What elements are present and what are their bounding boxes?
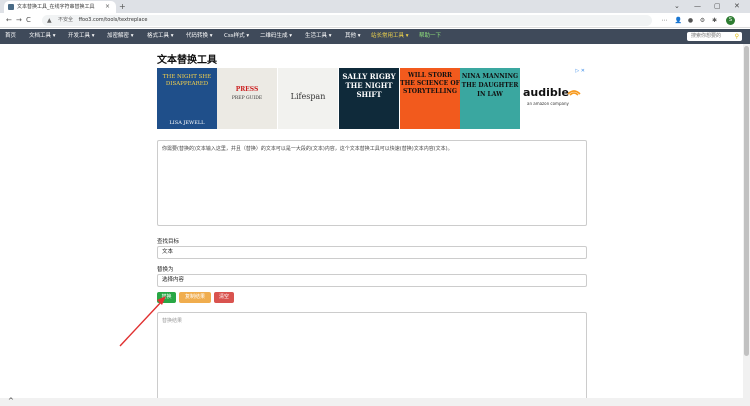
find-input[interactable]: 文本 — [157, 246, 587, 259]
book-title: PRESS — [235, 86, 259, 93]
new-tab-button[interactable]: + — [119, 1, 126, 12]
ad-choices-icon[interactable]: ▷ ✕ — [575, 68, 585, 74]
favicon-icon — [8, 4, 14, 10]
nav-item-webmaster[interactable]: 站长常用工具 ▾ — [371, 29, 409, 44]
scrollbar-thumb[interactable] — [744, 46, 749, 356]
site-search-input[interactable]: 搜索你想要的 ⚲ — [687, 32, 742, 41]
address-bar[interactable]: ▲ 不安全 ffoo3.com/tools/textreplace — [42, 15, 652, 26]
account-icon[interactable]: 👤 — [674, 16, 683, 25]
replace-input[interactable]: 选择内容 — [157, 274, 587, 287]
nav-item-docs[interactable]: 文档工具 ▾ — [29, 29, 56, 44]
nav-item-qrcode[interactable]: 二维码生成 ▾ — [260, 29, 292, 44]
browser-tab[interactable]: 文本替换工具_在线字符串替换工具 × — [4, 1, 116, 13]
ad-book-2[interactable]: PRESS PREP GUIDE — [217, 68, 277, 129]
audible-subtitle: an amazon company — [527, 101, 569, 106]
page-title: 文本替换工具 — [157, 55, 217, 66]
ad-book-6[interactable]: NINA MANNING THE DAUGHTER IN LAW — [460, 68, 520, 129]
clear-button[interactable]: 清空 — [214, 292, 234, 303]
book-author: LISA JEWELL — [169, 120, 205, 126]
tab-search-icon[interactable]: ⌄ — [674, 0, 680, 12]
ad-book-3[interactable]: Lifespan — [278, 68, 338, 129]
nav-item-format[interactable]: 格式工具 ▾ — [147, 29, 174, 44]
share-icon[interactable]: ⋯ — [660, 16, 669, 25]
book-author: PREP GUIDE — [231, 96, 263, 101]
ad-book-4[interactable]: SALLY RIGBY THE NIGHT SHIFT — [339, 68, 399, 129]
audible-logo[interactable]: audible — [523, 86, 569, 99]
minimize-button[interactable]: — — [694, 0, 701, 12]
warning-icon[interactable]: ▲ — [47, 15, 52, 26]
book-title: NINA MANNING THE DAUGHTER IN LAW — [461, 73, 519, 98]
book-title: WILL STORR THE SCIENCE OF STORYTELLING — [400, 72, 460, 95]
nav-item-dev[interactable]: 开发工具 ▾ — [68, 29, 95, 44]
search-icon[interactable]: ⚲ — [735, 32, 739, 41]
download-bar: ^ — [0, 397, 743, 406]
insecure-label: 不安全 — [58, 17, 74, 23]
nav-item-home[interactable]: 首页 — [5, 29, 16, 44]
book-title: THE NIGHT SHE DISAPPEARED — [162, 74, 212, 87]
settings-icon[interactable]: ⚙ — [698, 16, 707, 25]
browser-tabstrip: 文本替换工具_在线字符串替换工具 × + ⌄ — ▢ ✕ — [0, 0, 750, 13]
nav-item-help[interactable]: 帮助一下 — [419, 29, 441, 44]
profile-avatar[interactable]: S — [726, 16, 735, 25]
replace-button[interactable]: 替换 — [157, 292, 176, 303]
book-title: Lifespan — [290, 92, 326, 101]
puzzle-icon[interactable]: ✱ — [710, 16, 719, 25]
ad-banner[interactable]: THE NIGHT SHE DISAPPEARED LISA JEWELL PR… — [157, 68, 587, 131]
source-textarea[interactable]: 你需要(替换的)文本输入这里，并且（替换）的文本可以是一大段的(文本)内容，这个… — [157, 140, 587, 226]
forward-button[interactable]: → — [16, 15, 22, 26]
nav-item-crypto[interactable]: 加密解密 ▾ — [107, 29, 134, 44]
url-text[interactable]: ffoo3.com/tools/textreplace — [79, 17, 148, 23]
maximize-button[interactable]: ▢ — [714, 0, 721, 12]
reload-button[interactable]: C — [26, 15, 31, 26]
replace-label: 替换为 — [157, 267, 174, 273]
result-textarea[interactable]: 替换结果 — [157, 312, 587, 400]
ad-book-5[interactable]: WILL STORR THE SCIENCE OF STORYTELLING — [400, 68, 460, 129]
nav-item-life[interactable]: 生活工具 ▾ — [305, 29, 332, 44]
tab-close-icon[interactable]: × — [105, 1, 110, 13]
find-label: 查找目标 — [157, 239, 180, 245]
nav-item-css[interactable]: Css样式 ▾ — [224, 29, 249, 44]
copy-result-button[interactable]: 复制结果 — [179, 292, 211, 303]
browser-toolbar: ← → C ▲ 不安全 ffoo3.com/tools/textreplace … — [0, 13, 750, 28]
chevron-up-icon[interactable]: ^ — [8, 397, 14, 405]
audible-wave-icon — [567, 90, 581, 96]
tab-title: 文本替换工具_在线字符串替换工具 — [17, 4, 95, 10]
search-placeholder: 搜索你想要的 — [691, 33, 722, 39]
nav-item-convert[interactable]: 代码转换 ▾ — [186, 29, 213, 44]
ad-book-1[interactable]: THE NIGHT SHE DISAPPEARED LISA JEWELL — [157, 68, 217, 129]
site-navbar: 首页 文档工具 ▾ 开发工具 ▾ 加密解密 ▾ 格式工具 ▾ 代码转换 ▾ Cs… — [0, 29, 750, 44]
close-window-button[interactable]: ✕ — [734, 0, 740, 12]
page-scrollbar[interactable] — [743, 44, 750, 406]
extension-icon[interactable]: ● — [686, 16, 695, 25]
nav-item-other[interactable]: 其他 ▾ — [345, 29, 361, 44]
back-button[interactable]: ← — [6, 15, 12, 26]
book-title: SALLY RIGBY THE NIGHT SHIFT — [342, 72, 396, 99]
